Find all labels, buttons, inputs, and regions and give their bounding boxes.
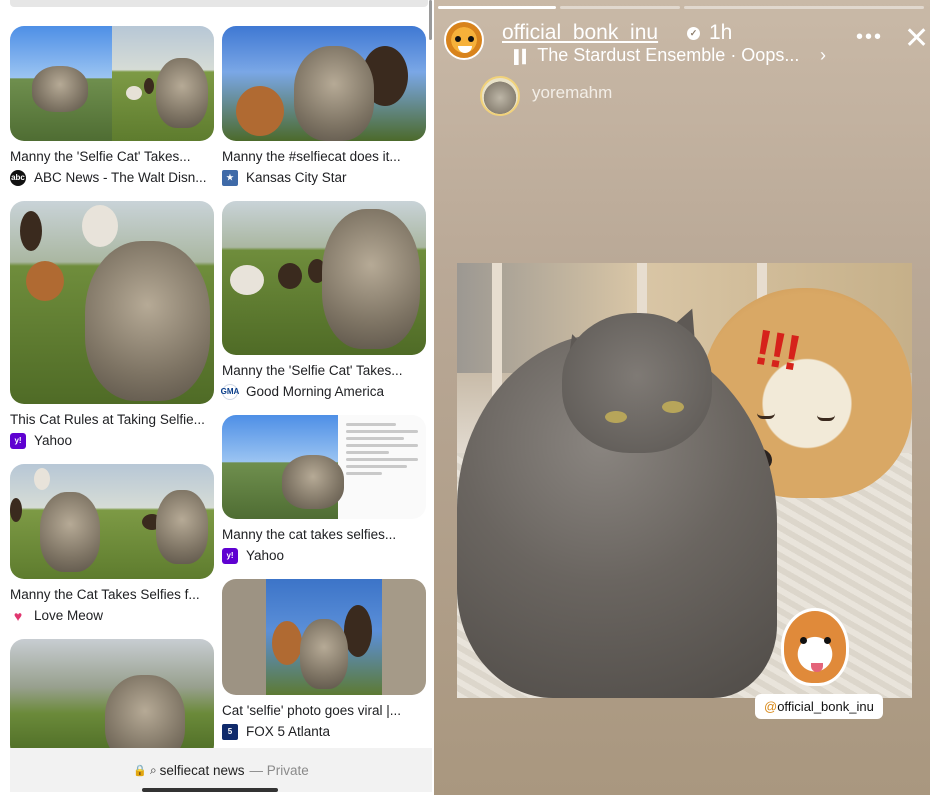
source-name: FOX 5 Atlanta <box>246 724 331 739</box>
result-title[interactable]: Manny the 'Selfie Cat' Takes... <box>10 148 214 165</box>
result-source[interactable]: abc ABC News - The Walt Disn... <box>10 169 214 187</box>
result-source[interactable]: 5 FOX 5 Atlanta <box>222 723 426 741</box>
result-card[interactable]: This Cat Rules at Taking Selfie... y! Ya… <box>10 201 214 450</box>
reposted-user-avatar[interactable] <box>480 76 520 116</box>
music-attribution[interactable]: ▌▍ The Stardust Ensemble · Oops... <box>514 45 799 66</box>
result-title[interactable]: Cat 'selfie' photo goes viral |... <box>222 702 426 719</box>
fox5-logo-icon: 5 <box>222 724 238 740</box>
home-indicator[interactable] <box>142 788 278 792</box>
search-query: selfiecat news <box>159 762 245 778</box>
heart-logo-icon: ♥ <box>10 608 26 624</box>
source-name: Yahoo <box>246 548 285 563</box>
mention-sticker[interactable]: @official_bonk_inu <box>755 694 883 719</box>
source-name: Good Morning America <box>246 384 385 399</box>
profile-avatar[interactable] <box>444 20 484 60</box>
result-card[interactable]: Manny the 'Selfie Cat' Takes... GMA Good… <box>221 201 426 401</box>
result-thumbnail[interactable] <box>10 201 214 404</box>
result-thumbnail[interactable] <box>222 579 426 695</box>
result-card[interactable]: Cat 'selfie' photo goes viral |... 5 FOX… <box>222 579 426 741</box>
chevron-right-icon[interactable]: › <box>820 45 826 66</box>
result-source[interactable]: ★ Kansas City Star <box>222 169 426 187</box>
result-title[interactable]: Manny the Cat Takes Selfies f... <box>10 586 214 603</box>
result-thumbnail[interactable] <box>10 639 214 759</box>
result-thumbnail[interactable] <box>10 26 214 141</box>
close-icon[interactable]: ✕ <box>904 24 929 54</box>
story-timestamp: 1h <box>709 21 733 44</box>
result-thumbnail[interactable] <box>222 26 426 141</box>
result-card[interactable]: Manny the #selfiecat does it... ★ Kansas… <box>222 26 426 187</box>
source-name: Love Meow <box>34 608 104 623</box>
source-name: Kansas City Star <box>246 170 347 185</box>
story-header: official_bonk_inu ✓ 1h ▌▍ The Stardust En… <box>444 18 930 116</box>
result-title[interactable]: Manny the cat takes selfies... <box>222 526 426 543</box>
source-name: Yahoo <box>34 433 73 448</box>
more-options-icon[interactable]: ••• <box>856 27 883 47</box>
music-title: The Stardust Ensemble · Oops... <box>537 45 800 65</box>
result-source[interactable]: GMA Good Morning America <box>221 383 426 401</box>
private-mode-label: — Private <box>249 762 309 778</box>
result-title[interactable]: Manny the #selfiecat does it... <box>222 148 426 165</box>
result-thumbnail[interactable] <box>10 464 214 579</box>
result-thumbnail[interactable] <box>222 201 426 355</box>
story-viewer: official_bonk_inu ✓ 1h ▌▍ The Stardust En… <box>434 0 930 795</box>
search-icon: ⌕ <box>149 762 157 777</box>
source-name: ABC News - The Walt Disn... <box>34 170 207 185</box>
result-title[interactable]: Manny the 'Selfie Cat' Takes... <box>222 362 426 379</box>
yahoo-logo-icon: y! <box>10 433 26 449</box>
result-card[interactable]: Manny the Cat Takes Selfies f... ♥ Love … <box>10 464 214 625</box>
article-preview <box>337 415 426 519</box>
address-bar[interactable]: 🔒 ⌕ selfiecat news — Private <box>10 748 432 792</box>
verified-badge-icon: ✓ <box>687 27 700 40</box>
results-column-right: Manny the #selfiecat does it... ★ Kansas… <box>221 26 426 741</box>
result-card[interactable] <box>10 639 214 759</box>
audio-bars-icon: ▌▍ <box>514 49 532 64</box>
scroll-top-edge <box>10 0 428 7</box>
result-card[interactable]: Manny the cat takes selfies... y! Yahoo <box>222 415 426 565</box>
shiba-face-sticker[interactable] <box>781 608 849 686</box>
lock-icon: 🔒 <box>133 764 147 777</box>
story-username[interactable]: official_bonk_inu <box>502 21 658 45</box>
result-source[interactable]: ♥ Love Meow <box>10 607 214 625</box>
split-view-divider-handle[interactable] <box>429 0 432 40</box>
result-card[interactable]: Manny the 'Selfie Cat' Takes... abc ABC … <box>10 26 214 187</box>
story-progress-segment <box>684 6 924 9</box>
result-thumbnail[interactable] <box>222 415 426 519</box>
abc-logo-icon: abc <box>10 170 26 186</box>
results-column-left: Manny the 'Selfie Cat' Takes... abc ABC … <box>10 26 214 759</box>
result-source[interactable]: y! Yahoo <box>222 547 426 565</box>
star-logo-icon: ★ <box>222 170 238 186</box>
reposted-username[interactable]: yoremahm <box>532 83 612 103</box>
story-progress-segment <box>438 6 556 9</box>
result-source[interactable]: y! Yahoo <box>10 432 214 450</box>
story-progress-segment <box>560 6 680 9</box>
yahoo-logo-icon: y! <box>222 548 238 564</box>
gma-logo-icon: GMA <box>221 384 239 400</box>
result-title[interactable]: This Cat Rules at Taking Selfie... <box>10 411 214 428</box>
mention-username: official_bonk_inu <box>777 699 874 714</box>
image-search-results: Manny the 'Selfie Cat' Takes... abc ABC … <box>0 0 432 795</box>
screen: Manny the 'Selfie Cat' Takes... abc ABC … <box>0 0 930 795</box>
